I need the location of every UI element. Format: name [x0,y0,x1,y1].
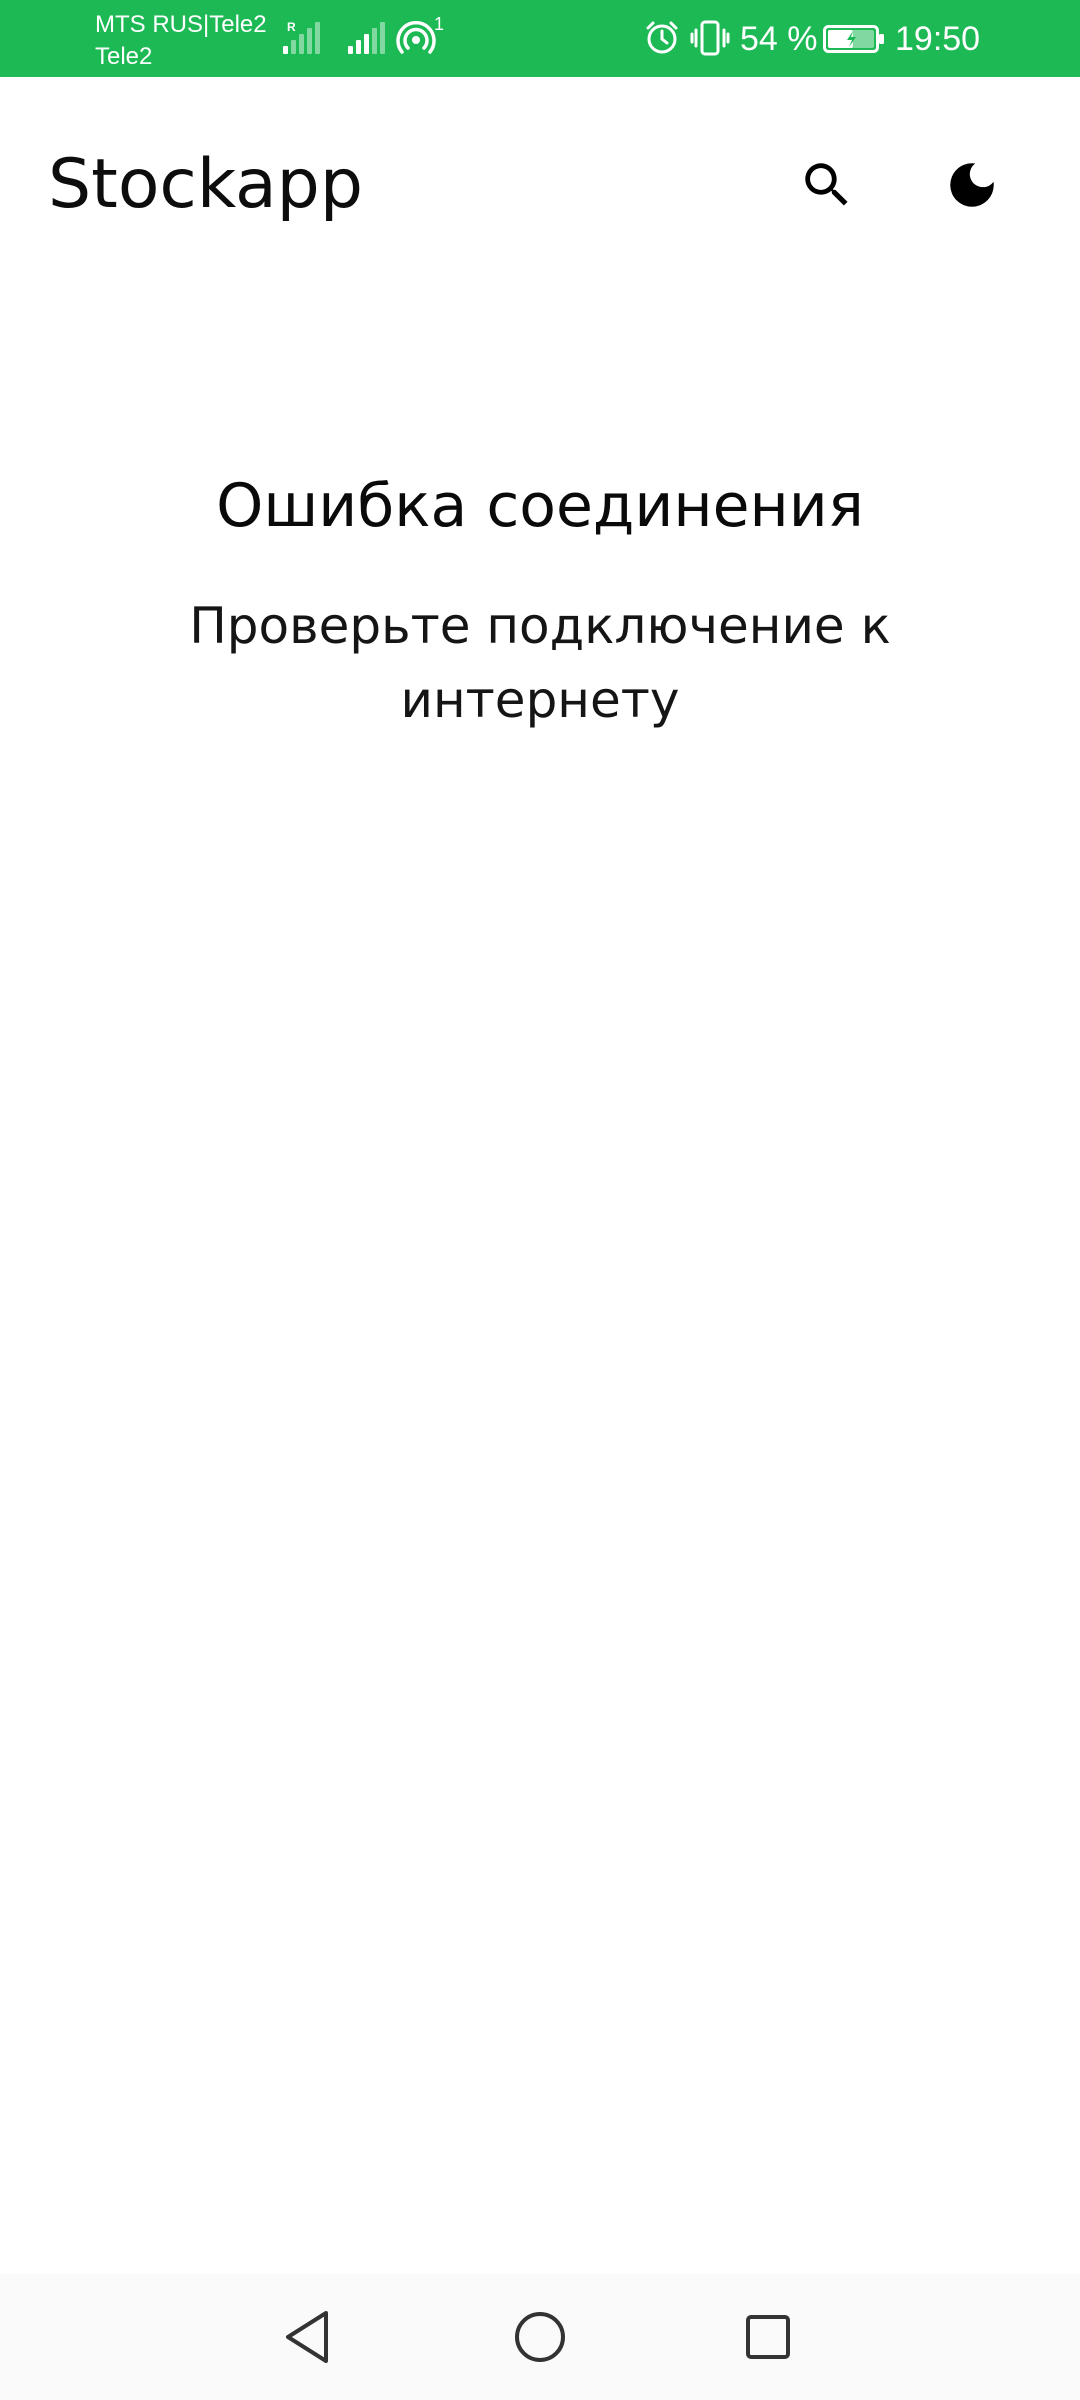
signal-icon [348,18,385,54]
clock: 19:50 [895,20,981,58]
battery-percent: 54 % [740,20,818,58]
recents-icon [746,2315,790,2359]
hotspot-count: 1 [434,14,445,34]
back-icon [286,2311,328,2363]
recents-button[interactable] [733,2302,803,2372]
theme-toggle-button[interactable] [927,140,1017,230]
hotspot-icon [396,21,436,54]
app-bar: Stockapp [0,77,1080,297]
carrier-line-1: MTS RUS|Tele2 [95,11,267,38]
home-icon [515,2312,565,2362]
app-title: Stockapp [48,145,363,224]
search-button[interactable] [782,140,872,230]
error-subtitle: Проверьте подключение к интернету [189,597,891,729]
roaming-indicator: R [287,20,296,34]
carrier-line-2: Tele2 [95,43,153,70]
error-message: Ошибка соединения Проверьте подключение … [0,465,1080,737]
carrier-info: MTS RUS|Tele2 Tele2 [95,9,267,73]
error-title: Ошибка соединения [216,471,864,541]
search-icon [805,163,848,206]
home-button[interactable] [505,2302,575,2372]
screen: MTS RUS|Tele2 Tele2 R 1 54 % 19:50 Stock… [0,0,1080,2400]
back-button[interactable] [273,2302,343,2372]
status-bar: MTS RUS|Tele2 Tele2 R 1 54 % 19:50 [0,0,1080,77]
moon-icon [950,163,994,207]
vibrate-icon [690,20,730,56]
battery-icon [823,25,884,53]
alarm-icon [646,21,678,54]
navigation-bar [0,2274,1080,2400]
